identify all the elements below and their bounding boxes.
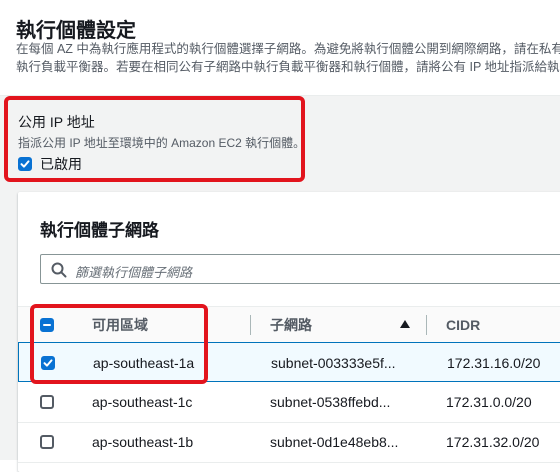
section-title: 執行個體設定	[16, 20, 136, 42]
cell-az: ap-southeast-1c	[92, 394, 193, 410]
sort-ascending-icon[interactable]	[400, 320, 410, 328]
cell-cidr: 172.31.0.0/20	[446, 394, 532, 410]
search-icon	[51, 262, 67, 278]
table-row[interactable]: ap-southeast-1b subnet-0d1e48eb8... 172.…	[18, 422, 560, 463]
cell-cidr: 172.31.32.0/20	[446, 434, 540, 450]
section-description-line-1: 在每個 AZ 中為執行應用程式的執行個體選擇子網路。為避免將執行個體公開到網際網…	[16, 42, 560, 56]
subnet-filter-input[interactable]: 篩選執行個體子網路	[40, 254, 560, 284]
instance-settings-section: 執行個體設定 在每個 AZ 中為執行應用程式的執行個體選擇子網路。為避免將執行個…	[0, 0, 560, 96]
section-description: 在每個 AZ 中為執行應用程式的執行個體選擇子網路。為避免將執行個體公開到網際網…	[16, 40, 560, 76]
cell-subnet: subnet-0538ffebd...	[270, 394, 391, 410]
cell-subnet: subnet-0d1e48eb8...	[270, 434, 399, 450]
column-header-cidr[interactable]: CIDR	[446, 307, 480, 343]
row-checkbox[interactable]	[40, 435, 54, 449]
column-header-subnet[interactable]: 子網路	[270, 307, 312, 343]
cell-subnet: subnet-003333e5f...	[271, 355, 396, 371]
highlight-public-ip	[4, 96, 305, 182]
column-divider[interactable]	[426, 315, 427, 335]
highlight-az-selection	[30, 304, 208, 384]
column-divider[interactable]	[250, 315, 251, 335]
cell-az: ap-southeast-1b	[92, 434, 194, 450]
filter-placeholder: 篩選執行個體子網路	[75, 265, 193, 280]
table-title: 執行個體子網路	[40, 221, 159, 240]
row-checkbox[interactable]	[40, 395, 54, 409]
cell-cidr: 172.31.16.0/20	[447, 355, 541, 371]
table-row[interactable]: ap-southeast-1c subnet-0538ffebd... 172.…	[18, 382, 560, 423]
section-description-line-2: 執行負載平衡器。若要在相同公有子網路中執行負載平衡器和執行個體，請將公有 IP …	[16, 60, 560, 74]
